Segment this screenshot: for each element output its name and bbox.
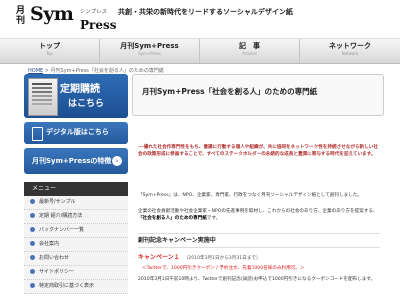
body-paragraph: 「Sym+Press」は、NPO、企業家、専門家、行政をつなぐ月刊ソーシャルデザ… — [138, 193, 362, 198]
nav-sublabel: Sym+Press — [138, 51, 161, 56]
para2-text: 企業の社会貢献活動や社会企業家・NPOの先進事例を取材し、これからの社会のあり方… — [138, 209, 378, 214]
twitter-note[interactable]: ＜Twitterで、1000円引きクーポン / 予約注文、先着1000名様のみ利… — [142, 265, 305, 271]
menu-item-label: 定期 紹介/購読方法 — [39, 213, 83, 219]
menu-item-label: 会社案内 — [39, 241, 60, 247]
bullet-icon — [30, 269, 35, 274]
menu-item-company[interactable]: 会社案内 — [24, 238, 128, 252]
main-nav: トップ Top 月刊Sym+Press Sym+Press 記 事 Articl… — [0, 39, 400, 64]
bullet-icon — [30, 255, 35, 260]
nav-label: 月刊Sym+Press — [120, 42, 179, 50]
menu-item-subscription[interactable]: 定期 紹介/購読方法 — [24, 210, 128, 224]
digital-edition-label: デジタル版はこちら — [46, 128, 109, 136]
nav-sublabel: Top — [46, 51, 53, 56]
menu-item-latest-issue[interactable]: 最新号/サンプル — [24, 196, 128, 210]
campaign-title: キャンペーン１ （2010年3月1日から3月31日まで） — [138, 252, 261, 261]
arrow-right-icon: › — [112, 156, 122, 166]
menu-item-label: お問い合わせ — [39, 255, 70, 261]
campaign-period: （2010年3月1日から3月31日まで） — [183, 256, 261, 261]
campaign-description: 2010年3月1日午前10時より、Twitterで創刊記念(試読)お申込で100… — [138, 277, 376, 282]
main-content: 月刊Sym+Press「社会を創る人」のための専門紙 ---優れた社会作専門性を… — [132, 74, 384, 282]
nav-sublabel: Articles — [242, 51, 257, 56]
bullet-icon — [30, 199, 35, 204]
nav-sublabel: Network — [341, 51, 359, 56]
menu-item-back-numbers[interactable]: バックナンバー一覧 — [24, 224, 128, 238]
para2-highlight: 「社会を創る人」のための専門紙 — [138, 216, 207, 221]
menu-item-site-policy[interactable]: サイトポリシー — [24, 266, 128, 280]
site-tagline: 共創・共栄の新時代をリードするソーシャルデザイン紙 — [118, 8, 293, 16]
sidebar-menu: 最新号/サンプル 定期 紹介/購読方法 バックナンバー一覧 会社案内 お問い合わ… — [24, 196, 128, 294]
bullet-icon — [30, 213, 35, 218]
nav-label: トップ — [39, 42, 60, 50]
nav-item-network[interactable]: ネットワーク Network — [300, 39, 400, 63]
intro-text: ---優れた社会作専門性をもち、意識に行動する個人や組織が、共に協同をネットワー… — [138, 145, 378, 157]
menu-item-label: バックナンバー一覧 — [39, 227, 85, 233]
site-header: 月刊 Sym シンプレス Press 共創・共栄の新時代をリードするソーシャルデ… — [0, 0, 400, 39]
menu-item-label: 最新号/サンプル — [39, 199, 76, 205]
menu-heading: メニュー — [24, 182, 128, 196]
subscribe-banner[interactable]: 定期購読 はこちら — [24, 74, 128, 118]
logo-sym[interactable]: Sym — [30, 3, 74, 25]
features-label: 月刊Sym+Pressの特徴 — [32, 157, 112, 165]
menu-item-commerce-law[interactable]: 特定商取引に基づく表示 — [24, 280, 128, 294]
newspaper-icon — [28, 78, 58, 116]
bullet-icon — [30, 283, 35, 288]
nav-label: ネットワーク — [329, 42, 371, 50]
bullet-icon — [30, 241, 35, 246]
tablet-icon — [32, 127, 43, 141]
logo-kanji[interactable]: 月刊 — [16, 6, 26, 26]
nav-label: 記 事 — [239, 42, 260, 50]
nav-item-top[interactable]: トップ Top — [0, 39, 100, 63]
nav-item-articles[interactable]: 記 事 Articles — [200, 39, 300, 63]
features-banner[interactable]: 月刊Sym+Pressの特徴 › — [24, 148, 128, 174]
logo-press[interactable]: Press — [80, 18, 117, 32]
campaign-name: キャンペーン１ — [138, 254, 180, 261]
sidebar: 定期購読 はこちら デジタル版はこちら 月刊Sym+Pressの特徴 › メニュ… — [24, 74, 128, 294]
para2-tail: です。 — [206, 216, 221, 221]
digital-edition-banner[interactable]: デジタル版はこちら — [24, 122, 128, 144]
subscribe-banner-line1: 定期購読 — [60, 84, 100, 95]
breadcrumb: HOME > 月刊Sym+Press「社会を創る人」のための専門紙 — [28, 67, 164, 74]
campaign-section-heading: 創刊記念キャンペーン実施中 — [138, 233, 380, 248]
menu-item-label: 特定商取引に基づく表示 — [39, 283, 95, 289]
menu-item-contact[interactable]: お問い合わせ — [24, 252, 128, 266]
bullet-icon — [30, 227, 35, 232]
menu-item-label: サイトポリシー — [39, 269, 75, 275]
body-paragraph-2: 企業の社会貢献活動や社会企業家・NPOの先進事例を取材し、これからの社会のあり方… — [138, 208, 380, 222]
logo-kana: シンプレス — [80, 9, 108, 15]
nav-item-symplus-press[interactable]: 月刊Sym+Press Sym+Press — [100, 39, 200, 63]
subscribe-banner-line2: はこちら — [68, 99, 105, 109]
page-title: 月刊Sym+Press「社会を創る人」のための専門紙 — [142, 87, 318, 96]
